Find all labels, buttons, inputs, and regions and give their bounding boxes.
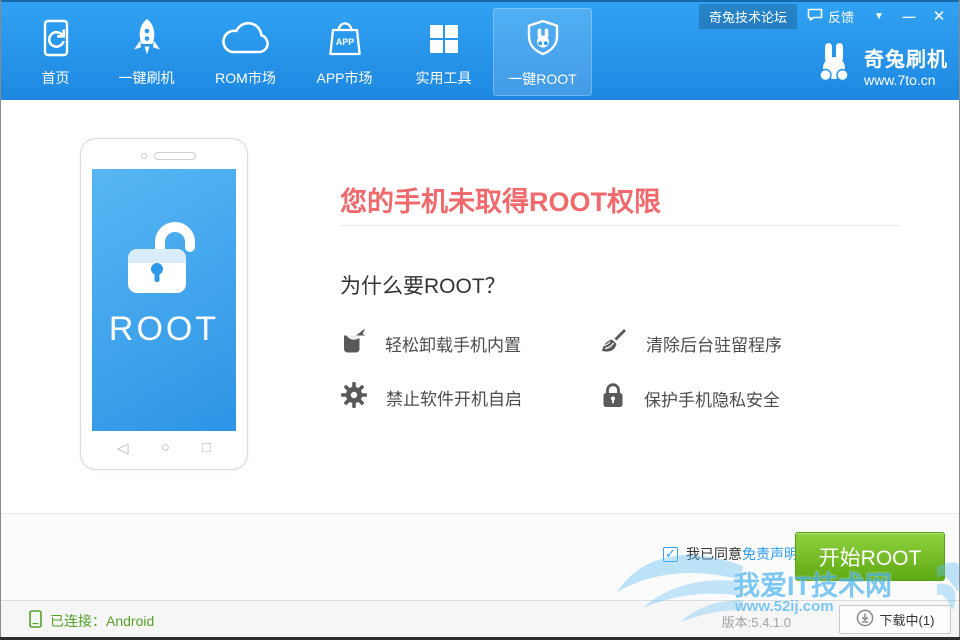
phone-speaker-slot <box>154 152 196 160</box>
tab-label: ROM市场 <box>215 68 276 88</box>
tab-home[interactable]: 首页 <box>14 8 97 96</box>
brush-icon <box>598 326 628 360</box>
download-circle-icon <box>856 609 874 630</box>
feature-label: 轻松卸载手机内置 <box>385 331 521 356</box>
tab-label: 首页 <box>42 68 70 88</box>
svg-text:APP: APP <box>335 37 354 47</box>
app-window: 首页 一键刷机 <box>0 0 960 640</box>
android-home-icon: ○ <box>161 439 170 457</box>
minimize-button[interactable]: — <box>894 9 924 24</box>
tab-label: APP市场 <box>316 68 372 88</box>
feature-uninstall: 轻松卸载手机内置 <box>340 326 521 360</box>
tab-tools[interactable]: 实用工具 <box>394 8 493 96</box>
start-root-button[interactable]: 开始ROOT <box>795 532 945 581</box>
cloud-icon <box>220 16 272 64</box>
uninstall-icon <box>340 326 367 360</box>
feature-label: 清除后台驻留程序 <box>646 331 782 356</box>
rabbit-logo-icon <box>812 40 856 91</box>
app-bag-icon: APP <box>324 16 366 64</box>
phone-screen: ROOT <box>92 169 236 431</box>
agree-label: 我已同意 <box>686 544 742 564</box>
connection-text: 已连接：Android <box>50 611 154 631</box>
header: 首页 一键刷机 <box>0 0 960 100</box>
android-recents-icon: □ <box>202 439 211 457</box>
nav-tabs: 首页 一键刷机 <box>14 8 592 96</box>
version-text: 版本:5.4.1.0 <box>722 612 791 631</box>
feature-label: 禁止软件开机自启 <box>386 385 522 410</box>
speech-bubble-icon <box>807 8 823 25</box>
phone-nav-buttons: ◁ ○ □ <box>81 439 247 457</box>
green-phone-icon <box>29 610 42 631</box>
feedback-button[interactable]: 反馈 <box>797 4 864 29</box>
tab-app-market[interactable]: APP APP市场 <box>295 8 394 96</box>
titlebar-controls: 奇兔技术论坛 反馈 ▼ — ✕ <box>699 5 954 27</box>
menu-chevron-down-icon[interactable]: ▼ <box>864 11 894 22</box>
tab-label: 一键ROOT <box>508 69 576 89</box>
feedback-label: 反馈 <box>828 7 854 26</box>
download-label: 下载中(1) <box>880 610 935 629</box>
feature-autostart: 禁止软件开机自启 <box>340 381 522 414</box>
home-refresh-icon <box>37 16 75 64</box>
disclaimer-link[interactable]: 免责声明 <box>742 544 798 564</box>
feature-clean: 清除后台驻留程序 <box>598 326 782 360</box>
brand-logo: 奇兔刷机 www.7to.cn <box>812 40 948 91</box>
tab-one-key-root[interactable]: 一键ROOT <box>493 8 592 96</box>
android-back-icon: ◁ <box>117 439 129 457</box>
lock-icon <box>600 381 626 415</box>
tab-rom-market[interactable]: ROM市场 <box>196 8 295 96</box>
feature-privacy: 保护手机隐私安全 <box>600 381 780 415</box>
connection-status: 已连接：Android <box>29 610 154 631</box>
page-title: 您的手机未取得ROOT权限 <box>340 180 661 219</box>
agree-checkbox[interactable] <box>663 547 678 562</box>
gear-icon <box>340 381 368 414</box>
title-divider <box>340 225 900 226</box>
grid-icon <box>424 16 464 64</box>
tab-flash[interactable]: 一键刷机 <box>97 8 196 96</box>
download-status-button[interactable]: 下载中(1) <box>839 605 951 634</box>
rocket-icon <box>125 16 169 64</box>
shield-rabbit-icon <box>522 17 564 65</box>
tab-label: 一键刷机 <box>119 68 175 88</box>
brand-url: www.7to.cn <box>864 72 948 88</box>
close-button[interactable]: ✕ <box>924 7 954 25</box>
tab-label: 实用工具 <box>416 68 472 88</box>
feature-label: 保护手机隐私安全 <box>644 386 780 411</box>
phone-illustration: ROOT ◁ ○ □ <box>80 138 248 470</box>
unlocked-padlock-icon <box>116 217 212 300</box>
forum-button[interactable]: 奇兔技术论坛 <box>699 4 797 29</box>
status-bar: 已连接：Android 版本:5.4.1.0 下载中(1) <box>1 600 959 637</box>
why-root-heading: 为什么要ROOT？ <box>340 270 506 300</box>
phone-camera-dot <box>141 153 147 159</box>
agree-row: 我已同意 免责声明 <box>663 544 798 564</box>
brand-name: 奇兔刷机 <box>864 43 948 72</box>
phone-screen-root-label: ROOT <box>109 310 219 349</box>
